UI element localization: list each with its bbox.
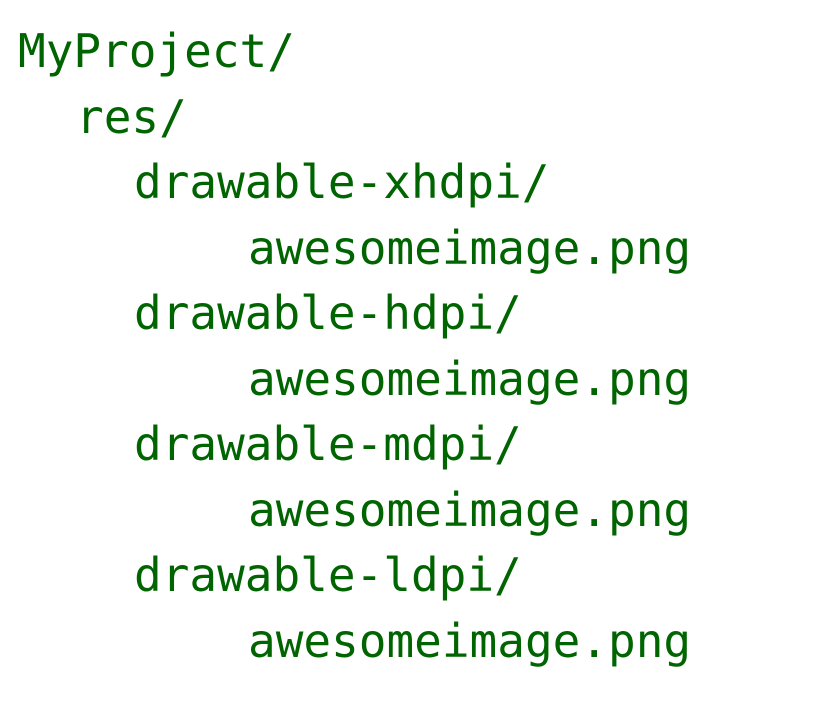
folder-drawable-mdpi: drawable-mdpi/ bbox=[134, 417, 522, 471]
res-folder: res/ bbox=[76, 90, 187, 144]
file-mdpi-awesomeimage: awesomeimage.png bbox=[248, 483, 692, 537]
folder-drawable-hdpi: drawable-hdpi/ bbox=[134, 286, 522, 340]
file-xhdpi-awesomeimage: awesomeimage.png bbox=[248, 221, 692, 275]
file-ldpi-awesomeimage: awesomeimage.png bbox=[248, 614, 692, 668]
folder-drawable-xhdpi: drawable-xhdpi/ bbox=[134, 155, 550, 209]
file-hdpi-awesomeimage: awesomeimage.png bbox=[248, 352, 692, 406]
directory-tree: MyProject/ res/ drawable-xhdpi/ awesomei… bbox=[0, 0, 832, 702]
root-folder: MyProject/ bbox=[18, 24, 295, 78]
folder-drawable-ldpi: drawable-ldpi/ bbox=[134, 548, 522, 602]
